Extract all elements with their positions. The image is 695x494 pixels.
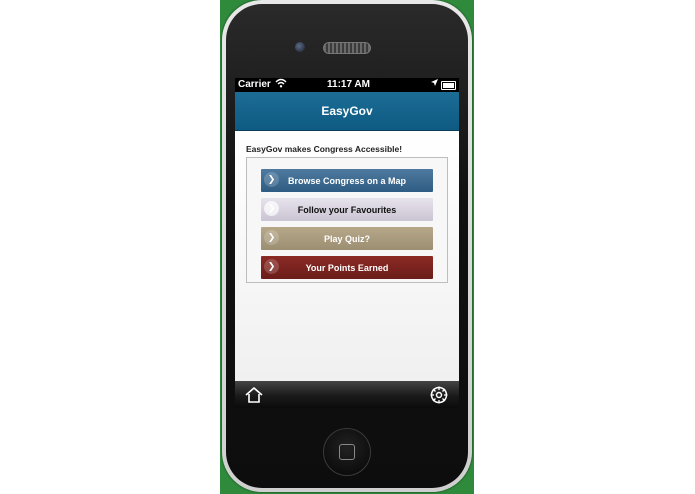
chevron-right-icon: ❯ [264,172,279,187]
status-time: 11:17 AM [327,79,370,90]
main-content: EasyGov makes Congress Accessible! ❯ Bro… [235,131,459,381]
browse-map-label: Browse Congress on a Map [287,175,407,186]
follow-favourites-label: Follow your Favourites [297,204,397,215]
points-earned-button[interactable]: ❯ Your Points Earned [261,256,433,279]
points-earned-label: Your Points Earned [305,262,389,273]
app-screen: Carrier 11:17 AM EasyGov EasyGov makes C… [235,78,459,408]
chevron-right-icon: ❯ [264,230,279,245]
menu-panel: ❯ Browse Congress on a Map ❯ Follow your… [246,157,448,283]
bottom-toolbar [235,381,459,408]
follow-favourites-button[interactable]: ❯ Follow your Favourites [261,198,433,221]
home-square-icon [339,444,355,460]
navigation-bar: EasyGov [235,92,459,131]
chevron-right-icon: ❯ [264,201,279,216]
browse-map-button[interactable]: ❯ Browse Congress on a Map [261,169,433,192]
carrier-label: Carrier [238,79,271,90]
play-quiz-button[interactable]: ❯ Play Quiz? [261,227,433,250]
play-quiz-label: Play Quiz? [323,233,370,244]
location-arrow-icon [430,78,439,89]
intro-text: EasyGov makes Congress Accessible! [246,144,403,154]
chevron-right-icon: ❯ [264,259,279,274]
settings-icon[interactable] [429,385,449,405]
wifi-icon [275,78,287,91]
nav-title: EasyGov [321,104,373,118]
status-bar: Carrier 11:17 AM [235,78,459,92]
earpiece-speaker [323,42,371,54]
front-camera [295,42,305,52]
device-home-button[interactable] [323,428,371,476]
battery-icon [441,81,456,90]
home-icon[interactable] [244,386,264,404]
